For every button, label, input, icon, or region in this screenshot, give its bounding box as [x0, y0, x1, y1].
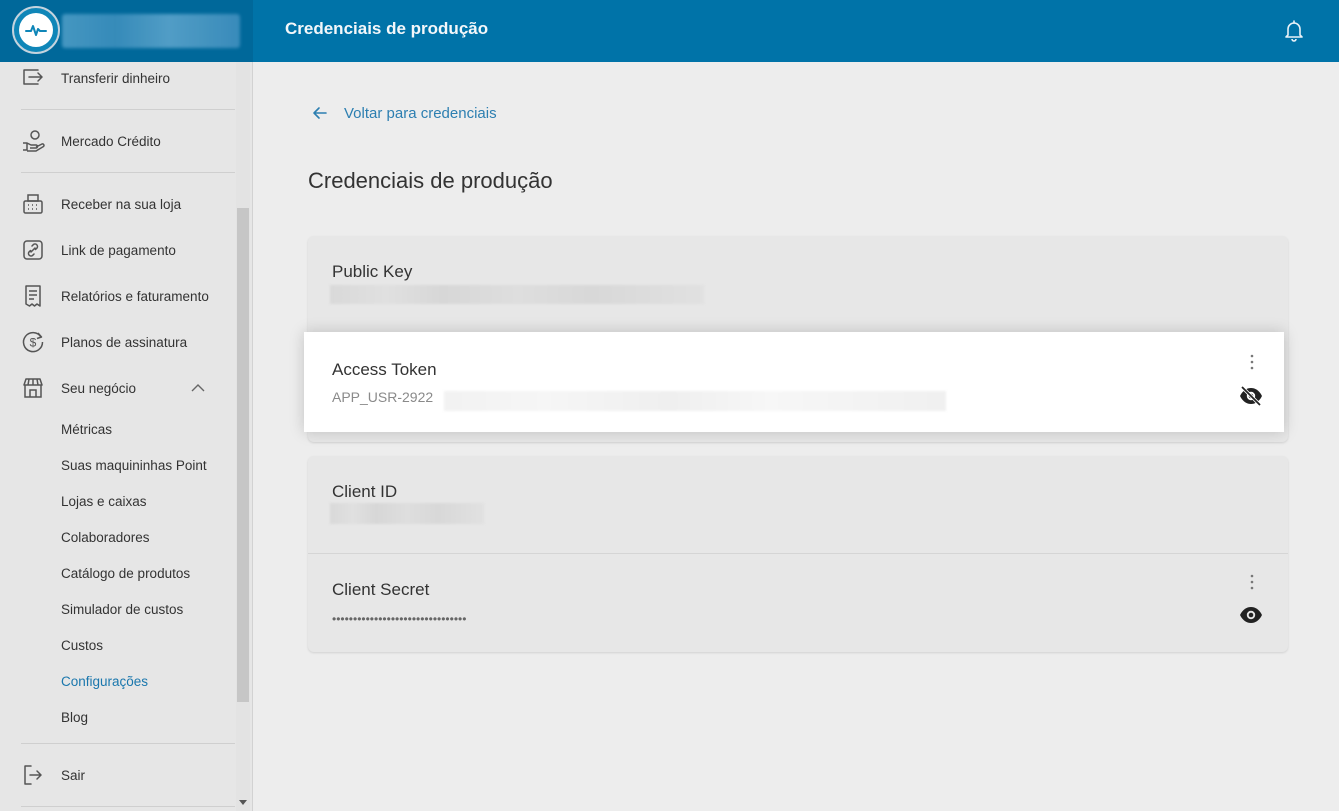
bell-icon[interactable] — [1280, 16, 1308, 44]
eye-off-icon[interactable] — [1238, 385, 1264, 407]
sidebar-item-receber-na-loja[interactable]: Receber na sua loja — [0, 184, 236, 224]
account-name-redacted — [62, 14, 240, 48]
sidebar-item-seu-negocio[interactable]: Seu negócio — [0, 368, 236, 408]
sidebar-divider — [21, 172, 235, 173]
client-id-label: Client ID — [332, 482, 398, 501]
sidebar-subitem-colaboradores[interactable]: Colaboradores — [61, 525, 150, 549]
svg-text:$: $ — [30, 336, 37, 350]
eye-icon[interactable] — [1238, 604, 1264, 626]
access-token-value-redacted — [444, 391, 946, 411]
sidebar-item-relatorios[interactable]: Relatórios e faturamento — [0, 276, 236, 316]
sidebar-scrollbar-thumb[interactable] — [237, 208, 249, 702]
sidebar-item-label: Sair — [61, 767, 86, 783]
public-key-label: Public Key — [332, 262, 413, 281]
client-secret-more-menu-icon[interactable] — [1242, 572, 1262, 592]
transfer-icon — [20, 65, 46, 91]
register-icon — [20, 191, 46, 217]
client-secret-value: •••••••••••••••••••••••••••••••• — [332, 612, 467, 626]
sidebar: Transferir dinheiro Mercado Crédito Rece… — [0, 62, 253, 811]
sidebar-item-label: Relatórios e faturamento — [61, 288, 209, 304]
sidebar-item-mercado-credito[interactable]: Mercado Crédito — [0, 121, 236, 161]
sidebar-subitem-simulador[interactable]: Simulador de custos — [61, 597, 183, 621]
back-to-credentials-link[interactable]: Voltar para credenciais — [310, 103, 497, 123]
sidebar-subitem-metricas[interactable]: Métricas — [61, 417, 112, 441]
sidebar-divider — [21, 806, 235, 807]
sidebar-subitem-blog[interactable]: Blog — [61, 705, 88, 729]
sidebar-item-sair[interactable]: Sair — [0, 755, 236, 795]
arrow-left-icon — [313, 107, 327, 119]
client-id-value-redacted — [330, 503, 484, 524]
sidebar-item-link-de-pagamento[interactable]: Link de pagamento — [0, 230, 236, 270]
back-link-label: Voltar para credenciais — [344, 104, 497, 122]
sidebar-item-label: Mercado Crédito — [61, 133, 161, 149]
sidebar-subitem-maquininhas-point[interactable]: Suas maquininhas Point — [61, 453, 207, 477]
public-key-value-redacted — [330, 285, 704, 304]
sidebar-divider — [21, 743, 235, 744]
brand-area — [0, 0, 253, 62]
store-icon — [20, 375, 46, 401]
hand-coin-icon — [20, 128, 46, 154]
sidebar-item-transferir-dinheiro[interactable]: Transferir dinheiro — [0, 58, 236, 98]
card-divider — [308, 553, 1288, 554]
logout-icon — [20, 762, 46, 788]
sidebar-item-label: Receber na sua loja — [61, 196, 182, 212]
dollar-cycle-icon: $ — [20, 329, 46, 355]
client-secret-label: Client Secret — [332, 580, 430, 599]
access-token-more-menu-icon[interactable] — [1242, 352, 1262, 372]
page-title: Credenciais de produção — [308, 168, 553, 193]
sidebar-item-label: Planos de assinatura — [61, 334, 188, 350]
top-bar: Credenciais de produção — [0, 0, 1339, 62]
sidebar-item-planos-de-assinatura[interactable]: $ Planos de assinatura — [0, 322, 236, 362]
sidebar-item-label: Link de pagamento — [61, 242, 176, 258]
sidebar-divider — [21, 109, 235, 110]
access-token-label: Access Token — [332, 360, 437, 379]
access-token-value: APP_USR-2922 — [332, 389, 434, 405]
topbar-title: Credenciais de produção — [285, 19, 489, 38]
sidebar-item-label: Transferir dinheiro — [61, 70, 171, 86]
chevron-up-icon[interactable] — [190, 380, 206, 396]
sidebar-subitem-catalogo[interactable]: Catálogo de produtos — [61, 561, 190, 585]
access-token-row: Access Token APP_USR-2922 — [304, 332, 1284, 432]
sidebar-subitem-configuracoes[interactable]: Configurações — [61, 669, 148, 693]
receipt-icon — [20, 283, 46, 309]
sidebar-item-label: Seu negócio — [61, 380, 137, 396]
scroll-down-arrow-icon[interactable] — [239, 800, 247, 805]
link-icon — [20, 237, 46, 263]
sidebar-subitem-custos[interactable]: Custos — [61, 633, 103, 657]
pulse-logo-icon[interactable] — [12, 6, 60, 54]
sidebar-subitem-lojas-e-caixas[interactable]: Lojas e caixas — [61, 489, 147, 513]
